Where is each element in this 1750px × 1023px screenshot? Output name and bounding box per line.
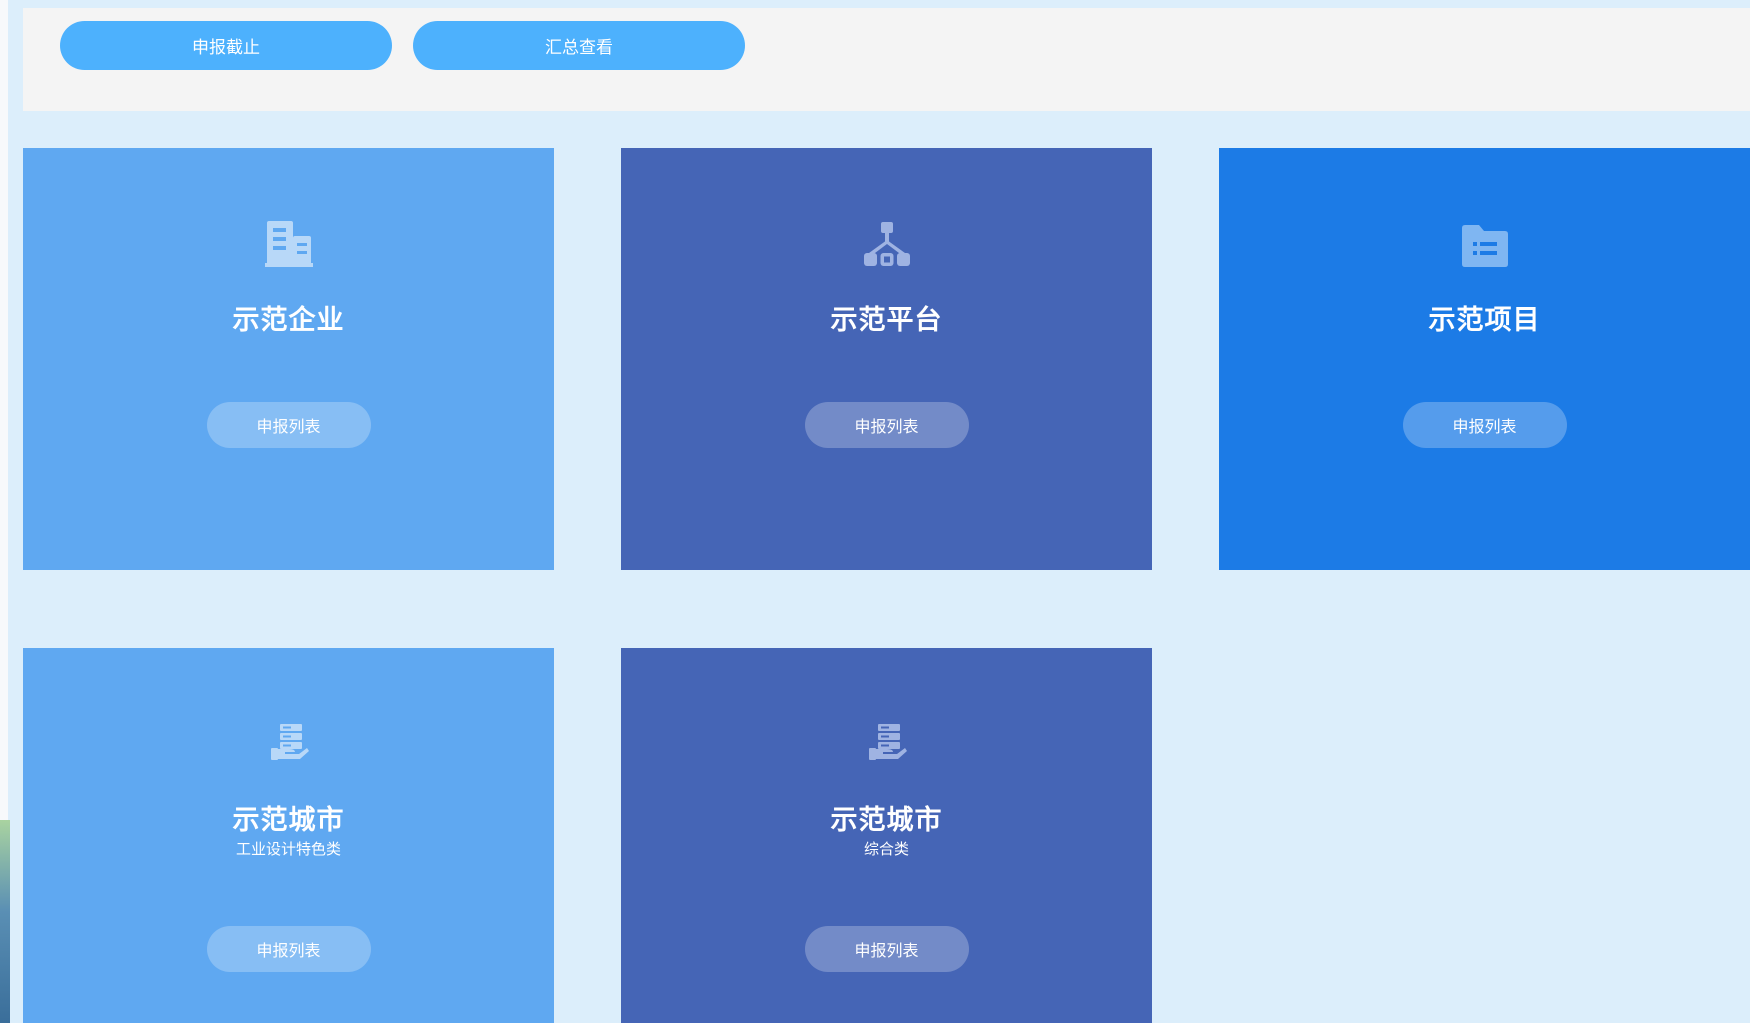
card-title: 示范城市 <box>830 805 943 836</box>
apply-list-button[interactable]: 申报列表 <box>206 926 371 972</box>
server-hand-icon <box>867 722 907 762</box>
toolbar: 申报截止 汇总查看 <box>23 8 1750 111</box>
card-title: 示范平台 <box>830 305 943 336</box>
card-demo-city-industrial-design: 示范城市 工业设计特色类 申报列表 <box>23 648 554 1023</box>
apply-list-button[interactable]: 申报列表 <box>804 402 969 448</box>
apply-list-button[interactable]: 申报列表 <box>1402 402 1567 448</box>
deadline-button[interactable]: 申报截止 <box>60 21 392 70</box>
summary-button[interactable]: 汇总查看 <box>413 21 745 70</box>
card-subtitle: 工业设计特色类 <box>235 840 341 858</box>
server-hand-icon <box>269 722 309 762</box>
left-decoration <box>0 820 10 1023</box>
apply-list-button[interactable]: 申报列表 <box>804 926 969 972</box>
card-demo-platform: 示范平台 申报列表 <box>621 148 1152 570</box>
card-demo-enterprise: 示范企业 申报列表 <box>23 148 554 570</box>
network-icon <box>861 220 913 272</box>
card-demo-city-comprehensive: 示范城市 综合类 申报列表 <box>621 648 1152 1023</box>
card-title: 示范项目 <box>1428 305 1541 336</box>
card-subtitle: 综合类 <box>863 840 909 858</box>
apply-list-button[interactable]: 申报列表 <box>206 402 371 448</box>
card-title: 示范城市 <box>232 805 345 836</box>
building-icon <box>263 218 315 270</box>
card-demo-project: 示范项目 申报列表 <box>1219 148 1750 570</box>
folder-list-icon <box>1459 220 1511 272</box>
card-title: 示范企业 <box>232 305 345 336</box>
